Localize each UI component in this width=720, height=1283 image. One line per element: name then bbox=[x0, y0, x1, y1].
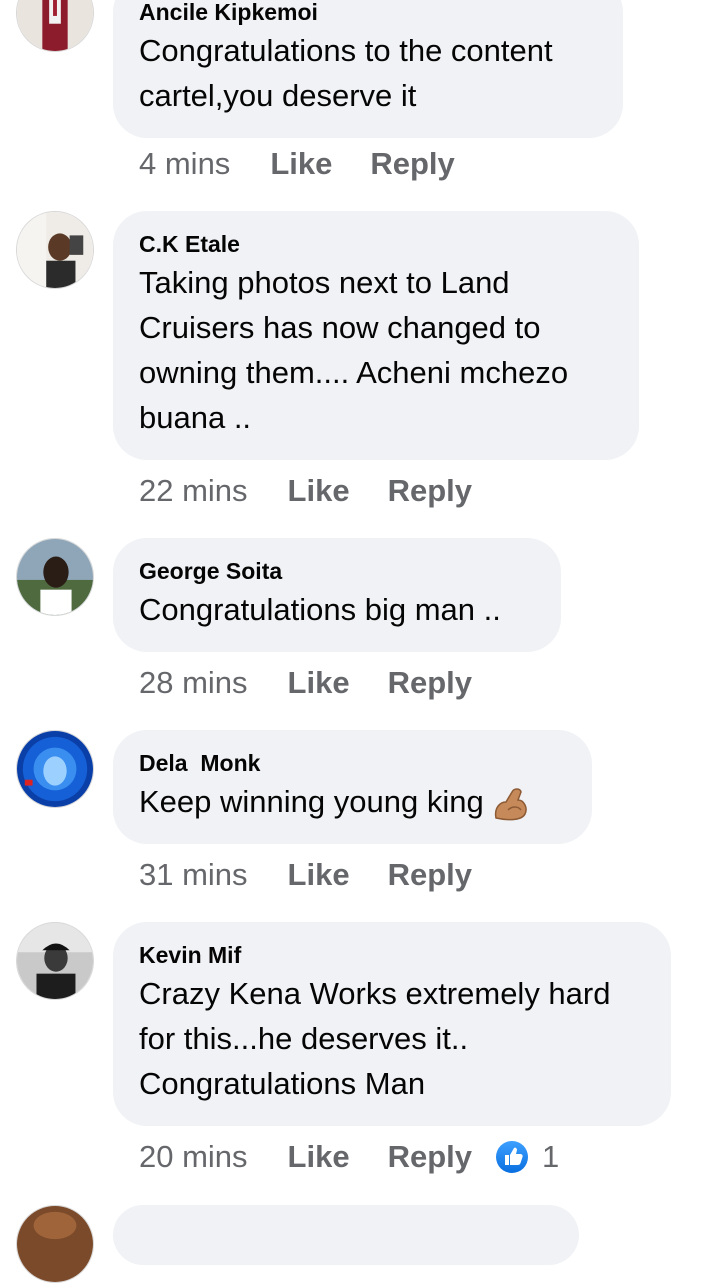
comment-text-content: Keep winning young king bbox=[139, 784, 484, 819]
like-button[interactable]: Like bbox=[270, 146, 332, 182]
comment-actions: 22 mins Like Reply bbox=[139, 471, 510, 511]
reaction-summary[interactable]: 1 bbox=[496, 1139, 559, 1175]
avatar[interactable] bbox=[16, 730, 94, 808]
comment-author[interactable]: Dela Monk bbox=[139, 749, 566, 777]
comment-text: Crazy Kena Works extremely hard for this… bbox=[139, 976, 611, 1101]
comment-timestamp: 4 mins bbox=[139, 146, 231, 181]
comment-timestamp: 22 mins bbox=[139, 473, 248, 508]
comment-bubble: Dela Monk Keep winning young king bbox=[113, 730, 592, 844]
avatar-image bbox=[17, 923, 93, 999]
comment-text: Keep winning young king bbox=[139, 779, 566, 824]
avatar-image bbox=[17, 212, 93, 288]
like-button[interactable]: Like bbox=[288, 857, 350, 893]
avatar-image bbox=[17, 0, 93, 51]
comment-bubble: Ancile Kipkemoi Congratulations to the c… bbox=[113, 0, 623, 138]
reply-button[interactable]: Reply bbox=[370, 146, 454, 182]
thumbs-up-icon bbox=[496, 1141, 528, 1173]
comment-timestamp: 31 mins bbox=[139, 857, 248, 892]
comment-author[interactable]: George Soita bbox=[139, 557, 535, 585]
comment-bubble: C.K Etale Taking photos next to Land Cru… bbox=[113, 211, 639, 460]
avatar-image bbox=[17, 539, 93, 615]
avatar-image bbox=[17, 1206, 93, 1282]
comment-text: Congratulations big man .. bbox=[139, 592, 501, 627]
avatar-image bbox=[17, 731, 93, 807]
like-button[interactable]: Like bbox=[288, 473, 350, 509]
like-button[interactable]: Like bbox=[288, 665, 350, 701]
reply-button[interactable]: Reply bbox=[388, 857, 472, 893]
comment-actions: 4 mins Like Reply bbox=[139, 144, 493, 184]
comment-actions: 28 mins Like Reply bbox=[139, 663, 510, 703]
comment-author[interactable]: Ancile Kipkemoi bbox=[139, 0, 597, 26]
comment-author[interactable]: Kevin Mif bbox=[139, 941, 645, 969]
avatar[interactable] bbox=[16, 1205, 94, 1283]
avatar[interactable] bbox=[16, 0, 94, 52]
comment-timestamp: 20 mins bbox=[139, 1139, 248, 1174]
reply-button[interactable]: Reply bbox=[388, 665, 472, 701]
comment-bubble bbox=[113, 1205, 579, 1265]
reply-button[interactable]: Reply bbox=[388, 1139, 472, 1175]
like-button[interactable]: Like bbox=[288, 1139, 350, 1175]
avatar[interactable] bbox=[16, 922, 94, 1000]
comment-author[interactable]: C.K Etale bbox=[139, 230, 613, 258]
avatar[interactable] bbox=[16, 538, 94, 616]
comment-bubble: George Soita Congratulations big man .. bbox=[113, 538, 561, 652]
comment-timestamp: 28 mins bbox=[139, 665, 248, 700]
avatar[interactable] bbox=[16, 211, 94, 289]
comment-text: Taking photos next to Land Cruisers has … bbox=[139, 265, 569, 435]
comment-actions: 20 mins Like Reply 1 bbox=[139, 1137, 559, 1177]
comment-bubble: Kevin Mif Crazy Kena Works extremely har… bbox=[113, 922, 671, 1126]
reaction-count: 1 bbox=[542, 1139, 560, 1174]
reply-button[interactable]: Reply bbox=[388, 473, 472, 509]
comment-text: Congratulations to the content cartel,yo… bbox=[139, 33, 553, 113]
comment-actions: 31 mins Like Reply bbox=[139, 855, 510, 895]
flexed-biceps-emoji bbox=[494, 788, 527, 821]
